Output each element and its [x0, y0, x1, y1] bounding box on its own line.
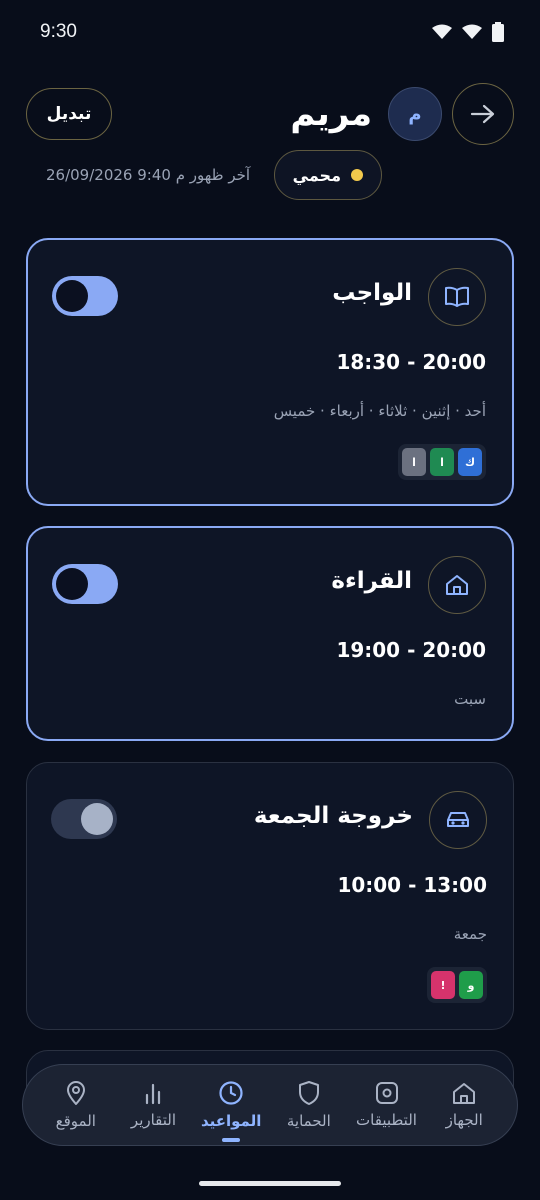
- nav-item-location[interactable]: الموقع: [37, 1080, 115, 1130]
- bottom-nav: الجهاز التطبيقات الحماية المواعيد التقار…: [22, 1064, 518, 1146]
- schedule-icon-wrap: [428, 268, 486, 326]
- nav-item-protection[interactable]: الحماية: [270, 1080, 348, 1130]
- nav-item-schedules[interactable]: المواعيد: [192, 1080, 270, 1142]
- schedule-icon-wrap: [429, 791, 487, 849]
- schedule-toggle[interactable]: [51, 799, 117, 839]
- device-status-row: آخر ظهور م 9:40 26/09/2026 محمي: [46, 150, 382, 200]
- child-name: مريم: [290, 94, 372, 134]
- bar-chart-icon: [146, 1083, 161, 1105]
- nav-item-reports[interactable]: التقارير: [115, 1081, 193, 1129]
- nav-label: التقارير: [130, 1111, 177, 1129]
- toggle-knob: [56, 280, 88, 312]
- status-dot: [351, 169, 363, 181]
- schedule-days: جمعة: [453, 925, 487, 943]
- nav-label: الحماية: [286, 1112, 331, 1130]
- status-time: 9:30: [40, 21, 77, 42]
- schedule-toggle[interactable]: [52, 564, 118, 604]
- protection-status-label: محمي: [292, 165, 341, 185]
- schedule-card[interactable]: خروجة الجمعة 10:00 - 13:00 جمعة و !: [26, 762, 514, 1030]
- nav-label: الجهاز: [445, 1111, 483, 1129]
- book-icon: [445, 286, 469, 307]
- nav-label: المواعيد: [200, 1112, 262, 1130]
- header: تبديل مريم م: [26, 83, 514, 145]
- app-chip: و: [459, 971, 483, 999]
- car-icon: [447, 812, 469, 827]
- toggle-knob: [56, 568, 88, 600]
- schedule-card[interactable]: الواجب 18:30 - 20:00 أحد · إثنين · ثلاثا…: [26, 238, 514, 506]
- toggle-knob: [81, 803, 113, 835]
- schedule-time: 10:00 - 13:00: [337, 873, 487, 897]
- nav-label: التطبيقات: [356, 1111, 417, 1129]
- header-child-info: مريم م: [290, 83, 514, 145]
- blocked-apps: و !: [427, 967, 487, 1003]
- schedule-toggle[interactable]: [52, 276, 118, 316]
- schedule-days: أحد · إثنين · ثلاثاء · أربعاء · خميس: [273, 402, 486, 420]
- active-indicator: [222, 1138, 241, 1142]
- schedule-days: سبت: [454, 690, 486, 708]
- app-chip: ا: [402, 448, 426, 476]
- home-icon: [453, 1083, 476, 1104]
- protection-status-chip: محمي: [273, 150, 382, 200]
- location-pin-icon: [66, 1081, 85, 1105]
- status-icons: [432, 22, 504, 42]
- schedule-title: الواجب: [332, 280, 412, 306]
- signal-icon: [462, 24, 482, 39]
- battery-icon: [492, 22, 504, 42]
- app-chip: ا: [430, 448, 454, 476]
- apps-icon: [375, 1082, 398, 1104]
- wifi-icon: [432, 24, 452, 39]
- app-chip: !: [431, 971, 455, 999]
- clock-icon: [219, 1081, 243, 1105]
- home-icon: [446, 575, 468, 595]
- blocked-apps: ك ا ا: [398, 444, 486, 480]
- schedule-card[interactable]: القراءة 19:00 - 20:00 سبت: [26, 526, 514, 741]
- nav-item-apps[interactable]: التطبيقات: [348, 1081, 426, 1129]
- schedule-icon-wrap: [428, 556, 486, 614]
- switch-child-button[interactable]: تبديل: [26, 88, 112, 140]
- arrow-right-icon: [470, 104, 495, 124]
- last-seen-text: آخر ظهور م 9:40 26/09/2026: [46, 166, 251, 184]
- shield-icon: [298, 1081, 319, 1105]
- schedule-title: القراءة: [331, 568, 412, 594]
- app-chip: ك: [458, 448, 482, 476]
- schedule-time: 18:30 - 20:00: [336, 350, 486, 374]
- schedule-title: خروجة الجمعة: [253, 803, 413, 829]
- home-gesture-bar[interactable]: [199, 1181, 341, 1186]
- nav-item-device[interactable]: الجهاز: [425, 1081, 503, 1129]
- status-bar: 9:30: [0, 0, 540, 64]
- back-button[interactable]: [452, 83, 514, 145]
- avatar[interactable]: م: [388, 87, 442, 141]
- schedule-time: 19:00 - 20:00: [336, 638, 486, 662]
- nav-label: الموقع: [55, 1112, 96, 1130]
